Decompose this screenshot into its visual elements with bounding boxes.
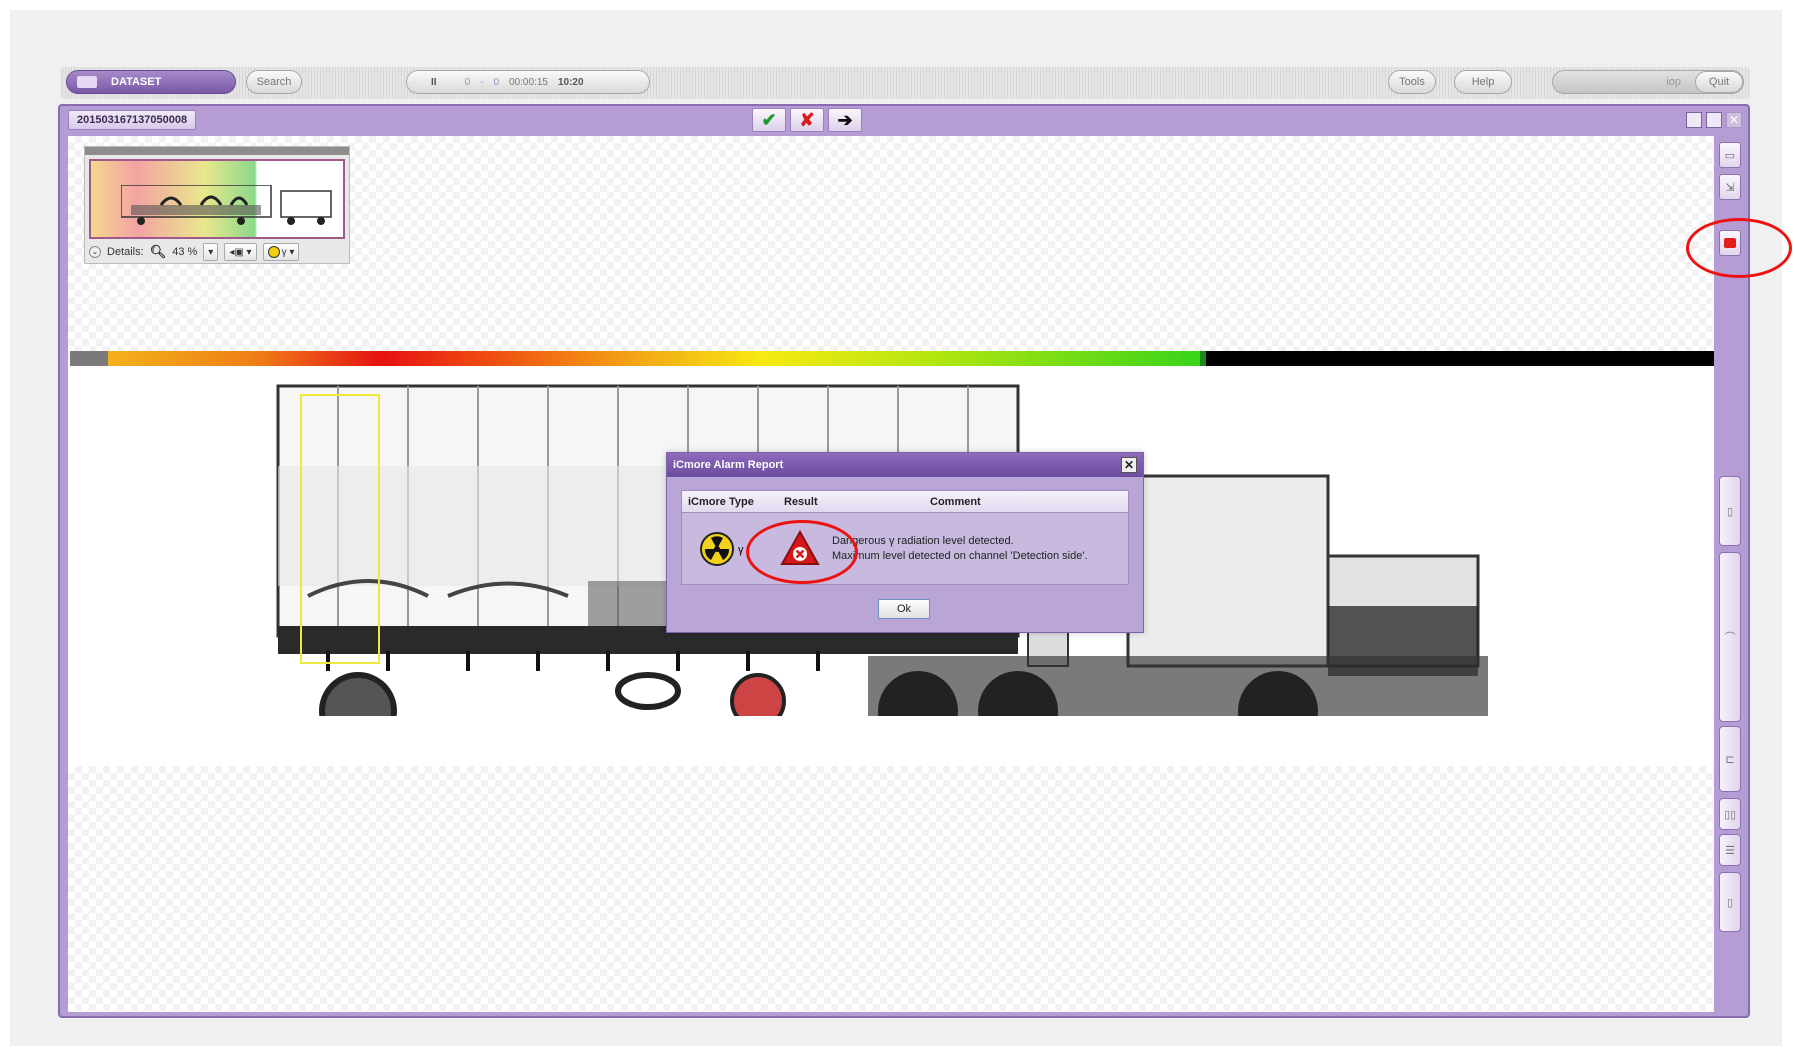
- dataset-label: DATASET: [111, 76, 162, 88]
- next-button[interactable]: ➔: [828, 108, 862, 132]
- arrow-right-icon: ➔: [837, 109, 853, 130]
- dataset-icon: [77, 76, 97, 88]
- playback-control: II 0 - 0 00:00:15 10:20: [406, 70, 650, 94]
- view-mode-dropdown[interactable]: ◂▣ ▾: [224, 243, 257, 261]
- col-icmore-type: iCmore Type: [688, 495, 754, 508]
- elapsed-time: 00:00:15: [509, 76, 548, 88]
- radiation-dropdown[interactable]: γ ▾: [262, 243, 300, 261]
- overview-details: ⌄ Details: 🔍︎ 43 % ▾ ◂▣ ▾ γ ▾: [89, 243, 300, 261]
- top-toolbar: DATASET Search II 0 - 0 00:00:15 10:20 T…: [60, 67, 1750, 99]
- zoom-dropdown[interactable]: ▾: [203, 243, 219, 261]
- comment-line-1: Dangerous γ radiation level detected.: [832, 535, 1014, 547]
- suspect-region-box[interactable]: [300, 394, 380, 664]
- export-button[interactable]: ⇲: [1719, 174, 1741, 200]
- radiation-option: γ: [281, 246, 287, 258]
- pause-button[interactable]: II: [431, 77, 437, 88]
- col-result: Result: [784, 495, 818, 508]
- zoom-value: 43 %: [172, 246, 198, 258]
- dialog-close-button[interactable]: ✕: [1121, 457, 1137, 473]
- collapse-icon[interactable]: ⌄: [89, 246, 101, 258]
- quit-label: Quit: [1708, 76, 1730, 88]
- print-button[interactable]: ▭: [1719, 142, 1741, 168]
- ok-button[interactable]: Ok: [878, 599, 930, 619]
- counter-separator: -: [480, 76, 484, 88]
- scan-id: 201503167137050008: [77, 114, 188, 126]
- alarm-table-header: iCmore Type Result Comment: [682, 491, 1128, 513]
- clock-time: 10:20: [557, 76, 584, 88]
- details-label: Details:: [107, 246, 144, 258]
- counter-to: 0: [493, 76, 500, 88]
- tools-label: Tools: [1399, 76, 1425, 88]
- dialog-title: iCmore Alarm Report: [667, 453, 1143, 477]
- overview-panel: ⌄ Details: 🔍︎ 43 % ▾ ◂▣ ▾ γ ▾: [84, 146, 350, 264]
- type-symbol: γ: [738, 544, 744, 556]
- minimize-button[interactable]: [1686, 112, 1702, 128]
- alarm-report-dialog: iCmore Alarm Report ✕ iCmore Type Result…: [666, 452, 1144, 633]
- reject-button[interactable]: ✘: [790, 108, 824, 132]
- stack-button[interactable]: ☰: [1719, 834, 1741, 866]
- help-button[interactable]: Help: [1454, 70, 1512, 94]
- overview-thumbnail[interactable]: [89, 159, 345, 239]
- x-mark-icon: ✘: [799, 109, 815, 130]
- maximize-button[interactable]: [1706, 112, 1722, 128]
- search-label: Search: [256, 76, 292, 88]
- user-session: iop Quit: [1552, 70, 1744, 94]
- scan-id-tab[interactable]: 201503167137050008: [68, 110, 197, 130]
- overview-truck-image: [121, 185, 332, 225]
- close-window-button[interactable]: ✕: [1726, 112, 1742, 128]
- alarm-comment: Dangerous γ radiation level detected. Ma…: [832, 534, 1088, 564]
- rail-panel-top[interactable]: ▯: [1719, 476, 1741, 546]
- radiation-color-scale: [70, 351, 1714, 367]
- dataset-button[interactable]: DATASET: [66, 70, 236, 94]
- help-label: Help: [1471, 76, 1495, 88]
- quit-button[interactable]: Quit: [1695, 71, 1743, 93]
- radiation-icon: [267, 246, 280, 258]
- rail-panel-lower[interactable]: ⊏: [1719, 726, 1741, 792]
- approve-button[interactable]: ✔: [752, 108, 786, 132]
- compare-button[interactable]: ▯▯: [1719, 798, 1741, 830]
- comment-line-2: Maximum level detected on channel 'Detec…: [832, 550, 1088, 562]
- result-highlight-oval: [746, 520, 858, 584]
- col-comment: Comment: [930, 495, 981, 508]
- rail-panel-middle[interactable]: ⌒: [1719, 552, 1741, 722]
- checkmark-icon: ✔: [761, 109, 777, 130]
- alarm-table: iCmore Type Result Comment γ Dangerous γ…: [681, 490, 1129, 585]
- zoom-icon: 🔍︎: [149, 244, 167, 259]
- alarm-highlight-oval: [1686, 218, 1792, 278]
- user-label: iop: [1666, 76, 1681, 88]
- search-button[interactable]: Search: [246, 70, 302, 94]
- counter-from: 0: [464, 76, 471, 88]
- overview-header: [85, 147, 349, 155]
- rail-panel-bottom[interactable]: ▯: [1719, 872, 1741, 932]
- radiation-icon: [700, 532, 734, 566]
- tools-button[interactable]: Tools: [1388, 70, 1436, 94]
